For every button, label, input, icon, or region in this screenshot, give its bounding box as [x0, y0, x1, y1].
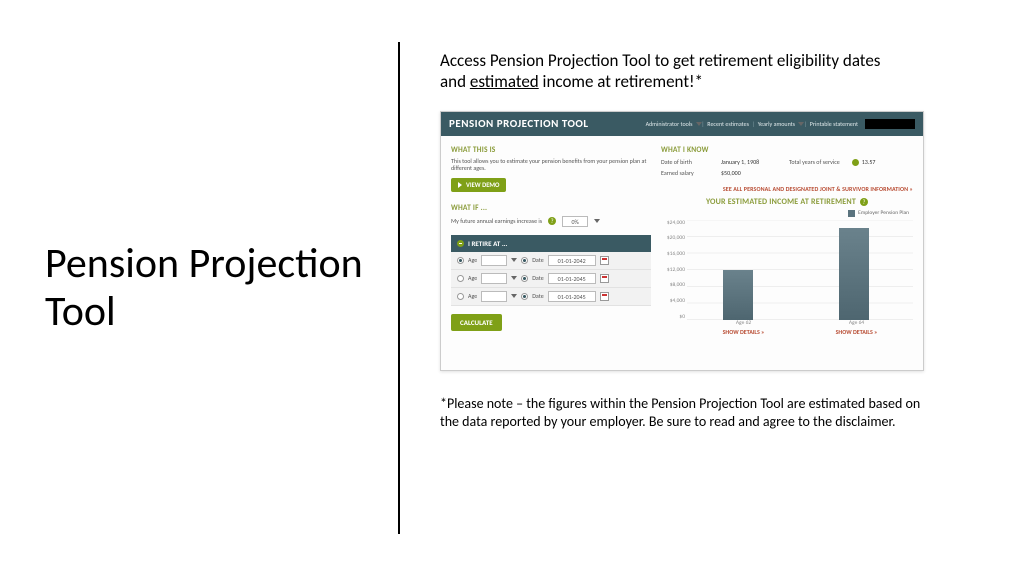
yearly-amounts-link[interactable]: Yearly amounts: [758, 120, 795, 128]
service-label: Total years of service: [789, 158, 849, 166]
date-radio[interactable]: [521, 257, 528, 264]
x-label: Age 62: [687, 320, 800, 326]
y-axis: $24,000 $20,000 $16,000 $12,000 $8,000 $…: [661, 220, 687, 320]
what-this-is-heading: WHAT THIS IS: [451, 146, 651, 155]
x-axis-labels: Age 62 Age 64: [687, 320, 913, 326]
show-details-link[interactable]: SHOW DETAILS »: [687, 328, 800, 336]
age-input[interactable]: [481, 273, 507, 284]
tool-header: PENSION PROJECTION TOOL Administrator to…: [441, 112, 923, 136]
footnote: *Please note – the figures within the Pe…: [440, 395, 940, 431]
retire-row: Age Date 01-01-2045: [451, 270, 651, 288]
play-icon: [458, 182, 462, 188]
date-input[interactable]: 01-01-2042: [548, 255, 596, 266]
view-demo-button[interactable]: VIEW DEMO: [451, 178, 506, 192]
tool-header-title: PENSION PROJECTION TOOL: [449, 117, 589, 130]
bar-age-64: [839, 228, 869, 320]
salary-label: Earned salary: [661, 169, 721, 177]
salary-value: $50,000: [721, 169, 789, 177]
intro-post: income at retirement!*: [539, 71, 703, 92]
age-radio[interactable]: [457, 293, 464, 300]
date-input[interactable]: 01-01-2045: [548, 291, 596, 302]
age-input[interactable]: [481, 291, 507, 302]
chart-plot-area: [687, 220, 913, 320]
chevron-down-icon[interactable]: [511, 258, 517, 262]
pension-tool-screenshot: PENSION PROJECTION TOOL Administrator to…: [440, 111, 924, 371]
y-tick: $24,000: [661, 220, 685, 226]
y-tick: $16,000: [661, 251, 685, 257]
show-details-link[interactable]: SHOW DETAILS »: [800, 328, 913, 336]
what-this-is-desc: This tool allows you to estimate your pe…: [451, 158, 651, 173]
intro-underlined: estimated: [470, 71, 539, 92]
retire-at-header: I RETIRE AT ...: [451, 235, 651, 252]
printable-statement-link[interactable]: Printable statement: [810, 120, 858, 128]
income-bar-chart: $24,000 $20,000 $16,000 $12,000 $8,000 $…: [661, 220, 913, 320]
calendar-icon[interactable]: [600, 292, 609, 301]
separator: |: [702, 120, 705, 128]
y-tick: $20,000: [661, 235, 685, 241]
calculate-button[interactable]: CALCULATE: [451, 314, 502, 331]
chevron-down-icon[interactable]: [511, 294, 517, 298]
age-radio[interactable]: [457, 257, 464, 264]
dob-value: January 1, 1908: [721, 158, 789, 166]
age-input[interactable]: [481, 255, 507, 266]
help-icon[interactable]: ?: [548, 217, 556, 225]
admin-tools-link[interactable]: Administrator tools: [646, 120, 693, 128]
page-title: Pension Projection Tool: [45, 240, 368, 337]
y-tick: $12,000: [661, 267, 685, 273]
clock-icon: [457, 240, 464, 247]
legend-label: Employer Pension Plan: [858, 210, 909, 216]
dob-label: Date of birth: [661, 158, 721, 166]
retire-at-rows: Age Date 01-01-2042 Age: [451, 252, 651, 306]
earnings-increase-label: My future annual earnings increase is: [451, 217, 542, 225]
x-label: Age 64: [800, 320, 913, 326]
earnings-increase-input[interactable]: 0%: [562, 216, 588, 227]
what-if-heading: WHAT IF ...: [451, 204, 651, 213]
date-input[interactable]: 01-01-2045: [548, 273, 596, 284]
help-icon[interactable]: ?: [860, 198, 868, 206]
what-i-know-grid: Date of birth January 1, 1908 Total year…: [661, 158, 913, 177]
retire-at-label: I RETIRE AT ...: [468, 239, 507, 248]
separator: |: [804, 120, 807, 128]
calendar-icon[interactable]: [600, 256, 609, 265]
separator: |: [752, 120, 755, 128]
what-i-know-heading: WHAT I KNOW: [661, 146, 913, 155]
age-label: Age: [468, 256, 477, 264]
age-radio[interactable]: [457, 275, 464, 282]
date-label: Date: [532, 274, 543, 282]
status-dot-icon: [852, 159, 859, 166]
date-radio[interactable]: [521, 293, 528, 300]
redacted-block: [865, 119, 915, 129]
legend-swatch: [848, 210, 855, 217]
intro-text: Access Pension Projection Tool to get re…: [440, 50, 910, 93]
date-label: Date: [532, 256, 543, 264]
retire-row: Age Date 01-01-2045: [451, 288, 651, 306]
chevron-down-icon[interactable]: [594, 219, 600, 223]
calendar-icon[interactable]: [600, 274, 609, 283]
see-personal-info-link[interactable]: SEE ALL PERSONAL AND DESIGNATED JOINT & …: [661, 185, 913, 193]
y-tick: $8,000: [661, 282, 685, 288]
date-radio[interactable]: [521, 275, 528, 282]
recent-estimates-link[interactable]: Recent estimates: [707, 120, 749, 128]
chevron-down-icon[interactable]: [511, 276, 517, 280]
chart-legend: Employer Pension Plan: [661, 210, 909, 217]
date-label: Date: [532, 292, 543, 300]
service-value: 13.57: [849, 158, 913, 166]
retire-row: Age Date 01-01-2042: [451, 252, 651, 270]
bar-age-62: [723, 270, 753, 320]
y-tick: $4,000: [661, 298, 685, 304]
age-label: Age: [468, 292, 477, 300]
estimated-income-heading: YOUR ESTIMATED INCOME AT RETIREMENT: [706, 197, 856, 207]
view-demo-label: VIEW DEMO: [466, 181, 499, 189]
age-label: Age: [468, 274, 477, 282]
